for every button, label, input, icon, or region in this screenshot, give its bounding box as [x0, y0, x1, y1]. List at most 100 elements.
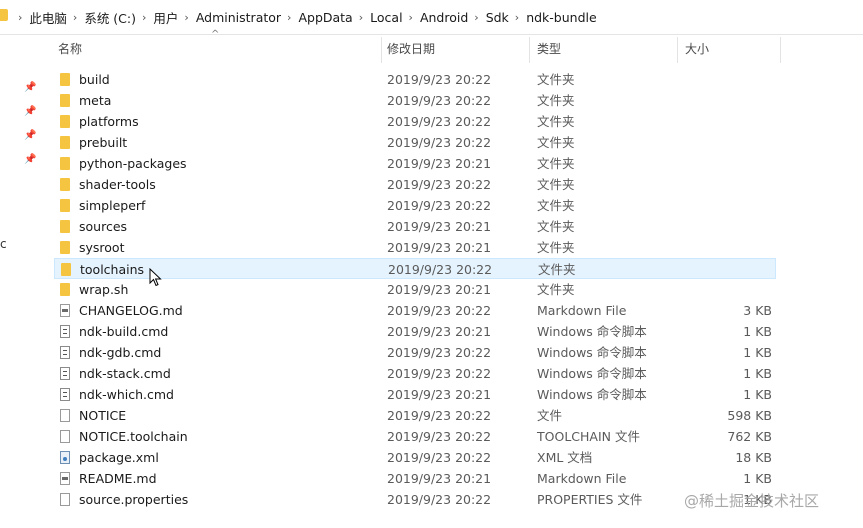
file-name: python-packages — [79, 156, 187, 171]
column-type[interactable]: 类型 — [537, 35, 561, 63]
file-row[interactable]: NOTICE 2019/9/23 20:22 文件 598 KB — [54, 405, 776, 426]
nav-item-label[interactable]: c — [0, 237, 7, 251]
file-row[interactable]: ndk-gdb.cmd 2019/9/23 20:22 Windows 命令脚本 1 … — [54, 342, 776, 363]
folder-icon — [60, 199, 70, 212]
breadcrumb-item[interactable]: ndk-bundle — [526, 10, 596, 25]
file-date: 2019/9/23 20:21 — [387, 219, 492, 234]
file-type: Windows 命令脚本 — [537, 345, 647, 360]
column-size[interactable]: 大小 — [685, 35, 709, 63]
file-row[interactable]: sources 2019/9/23 20:21 文件夹 — [54, 216, 776, 237]
file-size: 762 KB — [727, 429, 772, 444]
file-name: CHANGELOG.md — [79, 303, 183, 318]
file-type: Markdown File — [537, 303, 627, 318]
address-bar[interactable]: › 此电脑 › 系统 (C:) › 用户 › Administrator › AppData › Lo… — [0, 0, 863, 35]
file-row[interactable]: meta 2019/9/23 20:22 文件夹 — [54, 90, 776, 111]
file-row[interactable]: python-packages 2019/9/23 20:21 文件夹 — [54, 153, 776, 174]
file-size — [686, 111, 772, 132]
file-size — [686, 69, 772, 90]
breadcrumb: › 此电脑 › 系统 (C:) › 用户 › Administrator › AppData › Lo… — [12, 0, 597, 34]
file-date: 2019/9/23 20:21 — [387, 387, 492, 402]
mouse-cursor-icon — [149, 268, 162, 287]
pin-icon[interactable]: 📌 — [24, 155, 36, 165]
file-file-icon — [60, 430, 70, 443]
breadcrumb-item[interactable]: 用户 — [153, 8, 178, 27]
file-row[interactable]: NOTICE.toolchain 2019/9/23 20:22 TOOLCHAIN… — [54, 426, 776, 447]
column-name[interactable]: 名称 — [58, 35, 82, 63]
folder-icon — [60, 220, 70, 233]
file-name: NOTICE — [79, 408, 127, 423]
file-type: TOOLCHAIN 文件 — [537, 429, 640, 444]
breadcrumb-separator-icon[interactable]: › — [515, 11, 519, 24]
file-type: 文件夹 — [537, 177, 575, 192]
file-date: 2019/9/23 20:21 — [387, 324, 492, 339]
breadcrumb-separator-icon[interactable]: › — [409, 11, 413, 24]
breadcrumb-separator-icon[interactable]: › — [18, 11, 22, 24]
file-row[interactable]: ndk-build.cmd 2019/9/23 20:21 Windows 命令脚本… — [54, 321, 776, 342]
folder-icon — [60, 73, 70, 86]
file-row[interactable]: platforms 2019/9/23 20:22 文件夹 — [54, 111, 776, 132]
folder-icon — [60, 94, 70, 107]
breadcrumb-separator-icon[interactable]: › — [359, 11, 363, 24]
pin-icon[interactable]: 📌 — [24, 83, 36, 93]
file-row[interactable]: simpleperf 2019/9/23 20:22 文件夹 — [54, 195, 776, 216]
file-type: Windows 命令脚本 — [537, 366, 647, 381]
file-row[interactable]: shader-tools 2019/9/23 20:22 文件夹 — [54, 174, 776, 195]
file-row[interactable]: ndk-stack.cmd 2019/9/23 20:22 Windows 命令脚本… — [54, 363, 776, 384]
md-file-icon — [60, 472, 70, 485]
file-row[interactable]: README.md 2019/9/23 20:21 Markdown File 1 K… — [54, 468, 776, 489]
file-name: prebuilt — [79, 135, 128, 150]
file-size — [686, 174, 772, 195]
file-size: 3 KB — [743, 303, 772, 318]
file-name: build — [79, 72, 110, 87]
navigation-pane: 📌 📌 📌 📌 c — [0, 35, 40, 528]
breadcrumb-separator-icon[interactable]: › — [474, 11, 478, 24]
file-size: 1 KB — [743, 366, 772, 381]
breadcrumb-item[interactable]: 此电脑 — [29, 8, 67, 27]
file-row[interactable]: build 2019/9/23 20:22 文件夹 — [54, 69, 776, 90]
file-name: toolchains — [80, 262, 145, 277]
folder-icon — [60, 157, 70, 170]
file-size — [686, 216, 772, 237]
xml-file-icon — [60, 451, 70, 464]
breadcrumb-separator-icon[interactable]: › — [287, 11, 291, 24]
breadcrumb-item[interactable]: Administrator — [196, 10, 281, 25]
file-date: 2019/9/23 20:22 — [387, 72, 492, 87]
column-divider[interactable] — [529, 37, 530, 63]
file-date: 2019/9/23 20:22 — [387, 366, 492, 381]
breadcrumb-item[interactable]: Local — [370, 10, 402, 25]
file-row[interactable]: CHANGELOG.md 2019/9/23 20:22 Markdown File… — [54, 300, 776, 321]
breadcrumb-item[interactable]: 系统 (C:) — [84, 8, 136, 27]
file-row[interactable]: ndk-which.cmd 2019/9/23 20:21 Windows 命令脚本… — [54, 384, 776, 405]
cmd-file-icon — [60, 388, 70, 401]
file-row[interactable]: source.properties 2019/9/23 20:22 PROPERTI… — [54, 489, 776, 510]
column-divider[interactable] — [780, 37, 781, 63]
breadcrumb-item[interactable]: Android — [420, 10, 468, 25]
file-name: source.properties — [79, 492, 189, 507]
folder-icon — [60, 136, 70, 149]
breadcrumb-separator-icon[interactable]: › — [184, 11, 188, 24]
file-type: 文件 — [537, 408, 563, 423]
file-date: 2019/9/23 20:21 — [387, 240, 492, 255]
breadcrumb-separator-icon[interactable]: › — [142, 11, 146, 24]
column-divider[interactable] — [677, 37, 678, 63]
folder-icon — [60, 283, 70, 296]
column-date[interactable]: 修改日期 — [387, 35, 435, 63]
file-name: ndk-which.cmd — [79, 387, 174, 402]
cmd-file-icon — [60, 346, 70, 359]
breadcrumb-item[interactable]: AppData — [298, 10, 352, 25]
file-date: 2019/9/23 20:22 — [387, 177, 492, 192]
file-row[interactable]: prebuilt 2019/9/23 20:22 文件夹 — [54, 132, 776, 153]
file-size: 598 KB — [727, 408, 772, 423]
pin-icon[interactable]: 📌 — [24, 107, 36, 117]
pin-icon[interactable]: 📌 — [24, 131, 36, 141]
sort-ascending-icon: ^ — [211, 29, 220, 40]
file-date: 2019/9/23 20:21 — [387, 156, 492, 171]
file-type: 文件夹 — [537, 219, 575, 234]
file-type: Windows 命令脚本 — [537, 387, 647, 402]
breadcrumb-separator-icon[interactable]: › — [73, 11, 77, 24]
breadcrumb-item[interactable]: Sdk — [486, 10, 509, 25]
file-row[interactable]: package.xml 2019/9/23 20:22 XML 文档 18 KB — [54, 447, 776, 468]
file-type: 文件夹 — [537, 198, 575, 213]
column-divider[interactable] — [381, 37, 382, 63]
file-row[interactable]: sysroot 2019/9/23 20:21 文件夹 — [54, 237, 776, 258]
